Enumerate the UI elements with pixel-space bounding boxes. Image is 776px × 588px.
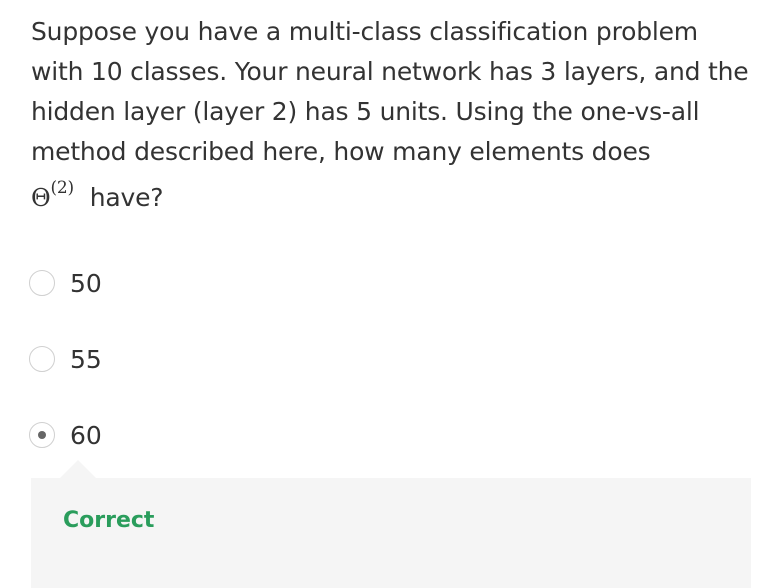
option-label: 50 [70,268,102,298]
option-55[interactable]: 55 [29,339,102,379]
option-label: 60 [70,420,102,450]
radio-button-icon[interactable] [29,346,55,372]
radio-button-selected-icon[interactable] [29,422,55,448]
feedback-panel: Correct [31,460,751,588]
feedback-arrow-icon [60,460,96,478]
question-body: Suppose you have a multi-class classific… [31,17,749,166]
answer-options: 50 55 60 [29,263,102,491]
option-60[interactable]: 60 [29,415,102,455]
question-text: Suppose you have a multi-class classific… [31,12,751,218]
theta-symbol: Θ(2) [31,172,74,218]
feedback-correct-label: Correct [63,508,155,533]
option-50[interactable]: 50 [29,263,102,303]
theta-superscript: (2) [50,178,74,198]
radio-button-icon[interactable] [29,270,55,296]
theta-letter: Θ [31,184,51,212]
question-end: have? [89,183,164,212]
option-label: 55 [70,344,102,374]
